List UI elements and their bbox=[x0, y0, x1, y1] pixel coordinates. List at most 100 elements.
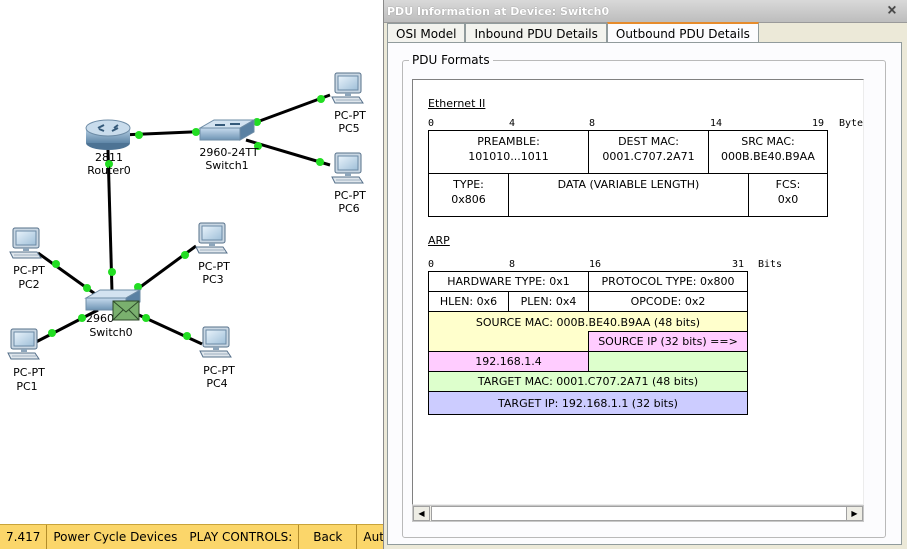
arp-title: ARP bbox=[428, 234, 450, 247]
power-cycle-button[interactable]: Power Cycle Devices bbox=[46, 525, 183, 549]
arp-plen-cell: PLEN: 0x4 bbox=[508, 291, 589, 312]
pc2-device[interactable]: PC-PT PC2 bbox=[9, 227, 45, 291]
arp-opcode-cell: OPCODE: 0x2 bbox=[588, 291, 748, 312]
network-links bbox=[33, 93, 331, 346]
pdu-formats-legend: PDU Formats bbox=[409, 53, 493, 67]
switch1-device[interactable]: 2960-24TT Switch1 bbox=[198, 119, 259, 172]
switch0-name-label: Switch0 bbox=[89, 326, 132, 339]
router0-name-label: Router0 bbox=[87, 164, 130, 177]
pc4-name-label: PC4 bbox=[206, 377, 227, 390]
ethernet-src-mac-cell: SRC MAC: 000B.BE40.B9AA bbox=[708, 130, 828, 174]
pc4-device[interactable]: PC-PT PC4 bbox=[199, 326, 235, 390]
switch1-model-label: 2960-24TT bbox=[199, 146, 258, 159]
simulation-status-bar: 7.417 Power Cycle Devices PLAY CONTROLS:… bbox=[0, 524, 383, 549]
ethernet-ruler-4: 4 bbox=[509, 118, 516, 129]
port-light bbox=[183, 332, 191, 340]
fcs-value: 0x0 bbox=[777, 193, 799, 206]
pdu-formats-scroll-area[interactable]: Ethernet II 0 4 8 14 19 Bytes PREAMBLE: … bbox=[412, 79, 864, 505]
pdu-envelope-icon[interactable] bbox=[112, 300, 140, 321]
auto-capture-button[interactable]: Auto bbox=[356, 525, 383, 549]
ethernet-data-cell: DATA (VARIABLE LENGTH) bbox=[508, 173, 749, 217]
close-icon[interactable]: × bbox=[885, 4, 899, 18]
pc6-name-label: PC6 bbox=[338, 202, 359, 215]
arp-target-mac-cell: TARGET MAC: 0001.C707.2A71 (48 bits) bbox=[428, 371, 748, 392]
switch1-name-label: Switch1 bbox=[205, 159, 248, 172]
ethernet-dest-mac-cell: DEST MAC: 0001.C707.2A71 bbox=[588, 130, 709, 174]
preamble-label: PREAMBLE: bbox=[477, 135, 540, 148]
port-light bbox=[83, 284, 91, 292]
src-mac-label: SRC MAC: bbox=[741, 135, 795, 148]
pdu-formats-content: Ethernet II 0 4 8 14 19 Bytes PREAMBLE: … bbox=[413, 80, 864, 504]
ethernet-unit: Bytes bbox=[839, 118, 864, 129]
ethernet-preamble-cell: PREAMBLE: 101010...1011 bbox=[428, 130, 589, 174]
type-label: TYPE: bbox=[453, 178, 484, 191]
ethernet-title: Ethernet II bbox=[428, 97, 486, 110]
port-light bbox=[52, 260, 60, 268]
tab-bar: OSI Model Inbound PDU Details Outbound P… bbox=[387, 22, 759, 43]
arp-ruler-8: 8 bbox=[509, 259, 516, 270]
ethernet-ruler-19: 19 bbox=[812, 118, 825, 129]
tab-inbound-pdu-details[interactable]: Inbound PDU Details bbox=[465, 23, 607, 43]
pc5-device[interactable]: PC-PT PC5 bbox=[331, 72, 366, 135]
arp-source-mac-cont-cell bbox=[428, 331, 589, 352]
pc5-model-label: PC-PT bbox=[334, 109, 366, 122]
pc2-name-label: PC2 bbox=[18, 278, 39, 291]
pc3-device[interactable]: PC-PT PC3 bbox=[195, 222, 230, 286]
arp-ruler-31: 31 bbox=[732, 259, 745, 270]
port-light bbox=[108, 268, 116, 276]
port-light bbox=[135, 131, 143, 139]
port-light bbox=[192, 128, 200, 136]
horizontal-scrollbar[interactable]: ◀ ▶ bbox=[412, 505, 864, 522]
arp-hardware-type-cell: HARDWARE TYPE: 0x1 bbox=[428, 271, 589, 292]
port-light bbox=[142, 314, 150, 322]
arp-source-mac-cell: SOURCE MAC: 000B.BE40.B9AA (48 bits) bbox=[428, 311, 748, 332]
play-controls-label: PLAY CONTROLS: bbox=[189, 530, 293, 544]
scrollbar-thumb[interactable] bbox=[431, 506, 847, 521]
arp-hlen-cell: HLEN: 0x6 bbox=[428, 291, 509, 312]
port-light bbox=[316, 158, 324, 166]
arp-source-ip-value-cell: 192.168.1.4 bbox=[428, 351, 589, 372]
dest-mac-label: DEST MAC: bbox=[618, 135, 679, 148]
router0-device[interactable]: 2811 Router0 bbox=[85, 119, 131, 177]
arp-ruler-16: 16 bbox=[589, 259, 602, 270]
arp-unit: Bits bbox=[758, 259, 783, 270]
ethernet-ruler-14: 14 bbox=[710, 118, 723, 129]
router0-model-label: 2811 bbox=[95, 151, 123, 164]
ethernet-ruler-8: 8 bbox=[589, 118, 596, 129]
tab-osi-model[interactable]: OSI Model bbox=[387, 23, 466, 43]
type-value: 0x806 bbox=[451, 193, 486, 206]
port-light bbox=[78, 314, 86, 322]
fcs-label: FCS: bbox=[775, 178, 801, 191]
ethernet-fcs-cell: FCS: 0x0 bbox=[748, 173, 828, 217]
arp-ruler-0: 0 bbox=[428, 259, 435, 270]
simulation-time: 7.417 bbox=[6, 530, 41, 544]
scroll-left-icon[interactable]: ◀ bbox=[413, 506, 430, 521]
pdu-information-window: PDU Information at Device: Switch0 × OSI… bbox=[383, 0, 907, 549]
ethernet-ruler-0: 0 bbox=[428, 118, 435, 129]
arp-protocol-type-cell: PROTOCOL TYPE: 0x800 bbox=[588, 271, 748, 292]
arp-target-ip-cell: TARGET IP: 192.168.1.1 (32 bits) bbox=[428, 391, 748, 415]
dest-mac-value: 0001.C707.2A71 bbox=[602, 150, 695, 163]
pc6-model-label: PC-PT bbox=[334, 189, 366, 202]
pc5-name-label: PC5 bbox=[338, 122, 359, 135]
pc6-device[interactable]: PC-PT PC6 bbox=[331, 152, 366, 215]
tab-outbound-pdu-details[interactable]: Outbound PDU Details bbox=[606, 22, 759, 43]
pc3-name-label: PC3 bbox=[202, 273, 223, 286]
data-label: DATA (VARIABLE LENGTH) bbox=[557, 178, 700, 191]
window-title: PDU Information at Device: Switch0 bbox=[387, 4, 610, 18]
arp-source-ip-label-cell: SOURCE IP (32 bits) ==> bbox=[588, 331, 748, 352]
scroll-right-icon[interactable]: ▶ bbox=[846, 506, 863, 521]
arp-target-mac-top-cell bbox=[588, 351, 748, 372]
window-titlebar[interactable]: PDU Information at Device: Switch0 × bbox=[384, 0, 907, 23]
topology-canvas[interactable]: 2811 Router0 2960-24TT Switch1 2960- Swi… bbox=[0, 0, 383, 524]
pc3-model-label: PC-PT bbox=[198, 260, 230, 273]
ethernet-type-cell: TYPE: 0x806 bbox=[428, 173, 509, 217]
pc1-name-label: PC1 bbox=[16, 380, 37, 393]
pc2-model-label: PC-PT bbox=[13, 264, 45, 277]
port-light bbox=[317, 95, 325, 103]
pc4-model-label: PC-PT bbox=[203, 364, 235, 377]
back-button[interactable]: Back bbox=[298, 525, 356, 549]
port-light bbox=[48, 329, 56, 337]
topology-workspace[interactable]: 2811 Router0 2960-24TT Switch1 2960- Swi… bbox=[0, 0, 383, 524]
port-light bbox=[181, 251, 189, 259]
